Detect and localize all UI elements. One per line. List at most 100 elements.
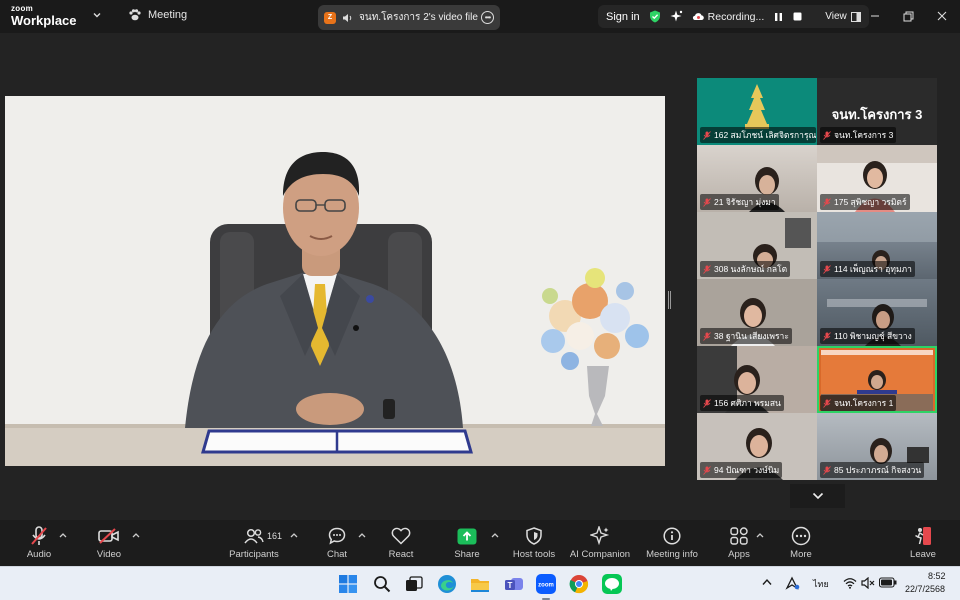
muted-mic-icon	[823, 197, 831, 207]
participant-name-tag: จนท.โครงการ 1	[820, 395, 897, 411]
audio-label: Audio	[26, 549, 52, 560]
battery-icon[interactable]	[879, 577, 897, 588]
file-explorer-icon[interactable]	[469, 573, 491, 595]
participant-tile[interactable]: 114 เพ็ญณรา อุทุมภา	[817, 212, 937, 279]
participant-name: 156 ศศิภา พรมสน	[714, 398, 781, 408]
ai-companion-label: AI Companion	[569, 549, 631, 560]
start-windows-icon[interactable]	[337, 573, 359, 595]
network-location-icon[interactable]	[784, 575, 800, 591]
participant-tile[interactable]: 94 ปัณฑา วงษ์นิม	[697, 413, 817, 480]
meeting-info-button[interactable]: Meeting info	[637, 526, 707, 560]
clock-date[interactable]: 22/7/2568	[905, 584, 945, 594]
muted-mic-icon	[823, 264, 831, 274]
more-options-icon[interactable]: •••	[481, 11, 494, 24]
svg-text:zoom: zoom	[538, 583, 554, 589]
info-icon	[663, 527, 681, 545]
sign-in-link[interactable]: Sign in	[606, 11, 640, 23]
clock-time[interactable]: 8:52	[928, 571, 946, 581]
search-icon[interactable]	[371, 573, 393, 595]
zoom-app-icon[interactable]: zoom	[535, 573, 557, 600]
participant-tile[interactable]: 21 จิรัชญา มุ่งมา	[697, 145, 817, 212]
video-file-tab[interactable]: Z จนท.โครงการ 2's video file •••	[318, 5, 500, 30]
participant-name-tag: 114 เพ็ญณรา อุทุมภา	[820, 261, 915, 277]
react-label: React	[388, 549, 414, 560]
participant-name: จนท.โครงการ 1	[834, 398, 894, 408]
participant-tile[interactable]: 110 พิชามญชุ์ สีขวาง	[817, 279, 937, 346]
video-options-caret-icon[interactable]	[132, 532, 140, 538]
muted-mic-icon	[703, 465, 711, 475]
apps-options-caret-icon[interactable]	[756, 532, 764, 538]
participant-name: 110 พิชามญชุ์ สีขวาง	[834, 331, 912, 341]
host-tools-button[interactable]: Host tools	[499, 526, 569, 560]
muted-mic-icon	[703, 197, 711, 207]
brand-large-text: Workplace	[11, 13, 77, 28]
participant-name-tag: 94 ปัณฑา วงษ์นิม	[700, 462, 783, 478]
ai-companion-button[interactable]: AI Companion	[565, 526, 635, 560]
more-button[interactable]: More	[766, 526, 836, 560]
view-button[interactable]: View	[825, 11, 861, 22]
edge-browser-icon[interactable]	[436, 573, 458, 595]
participant-name: 114 เพ็ญณรา อุทุมภา	[834, 264, 912, 274]
audio-options-caret-icon[interactable]	[59, 532, 67, 538]
pause-recording-icon[interactable]	[773, 12, 783, 22]
participant-name: 175 สุพิชญา วรมิตร์	[834, 197, 907, 207]
restore-button[interactable]	[901, 9, 915, 23]
participants-options-caret-icon[interactable]	[290, 532, 298, 538]
chat-label: Chat	[326, 549, 348, 560]
apps-label: Apps	[728, 549, 750, 560]
brand-small-text: zoom	[11, 4, 34, 13]
volume-muted-icon[interactable]	[861, 577, 875, 589]
more-label: More	[790, 549, 812, 560]
view-label: View	[825, 11, 847, 22]
wifi-icon[interactable]	[843, 577, 857, 589]
heart-icon	[391, 527, 411, 545]
participant-tile[interactable]: จนท.โครงการ 3 จนท.โครงการ 3	[817, 78, 937, 145]
recording-status: Recording...	[692, 11, 764, 23]
participant-tile[interactable]: 175 สุพิชญา วรมิตร์	[817, 145, 937, 212]
participant-name: 308 นงลักษณ์ กลโต	[714, 264, 788, 274]
zoom-workplace-logo[interactable]: zoom Workplace	[11, 4, 77, 28]
participant-tile[interactable]: 38 ฐานิน เสียงเพราะ	[697, 279, 817, 346]
chat-options-caret-icon[interactable]	[358, 532, 366, 538]
participant-tile[interactable]: 156 ศศิภา พรมสน	[697, 346, 817, 413]
line-app-icon[interactable]	[601, 573, 623, 595]
gallery-next-page-button[interactable]	[790, 484, 845, 508]
shield-check-icon[interactable]	[649, 10, 661, 23]
leave-button[interactable]: Leave	[888, 526, 958, 560]
speaker-video-frame	[5, 96, 665, 466]
task-view-icon[interactable]	[403, 573, 425, 595]
participant-tile-active-speaker[interactable]: จนท.โครงการ 1	[817, 346, 937, 413]
participant-tile[interactable]: 162 สมโภชน์ เลิศจิตรการุณ	[697, 78, 817, 145]
participant-name: 85 ประภาภรณ์ กิจสงวน	[834, 465, 922, 475]
stop-recording-icon[interactable]	[792, 12, 802, 22]
muted-mic-icon	[703, 264, 711, 274]
sparkle-icon[interactable]	[670, 10, 683, 23]
participant-name: จนท.โครงการ 3	[834, 130, 894, 140]
chrome-browser-icon[interactable]	[568, 573, 590, 595]
participant-name-tag: 38 ฐานิน เสียงเพราะ	[700, 328, 792, 344]
main-video-stage[interactable]	[5, 96, 665, 466]
participant-name-tag: 110 พิชามญชุ์ สีขวาง	[820, 328, 915, 344]
participant-name-tag: จนท.โครงการ 3	[820, 127, 897, 143]
leave-exit-icon	[915, 527, 931, 545]
participant-name: 162 สมโภชน์ เลิศจิตรการุณ	[714, 130, 816, 140]
panel-resize-handle[interactable]	[668, 291, 671, 309]
close-button[interactable]	[935, 9, 949, 23]
react-button[interactable]: React	[366, 526, 436, 560]
input-language-indicator[interactable]: ไทย	[813, 577, 829, 591]
participant-name-tag: 156 ศศิภา พรมสน	[700, 395, 784, 411]
teams-icon[interactable]: T	[503, 573, 525, 595]
chevron-up-icon[interactable]	[762, 578, 772, 586]
participant-tile[interactable]: 308 นงลักษณ์ กลโต	[697, 212, 817, 279]
paw-icon	[129, 9, 141, 21]
minimize-button[interactable]	[868, 9, 882, 23]
participants-label: Participants	[229, 549, 279, 560]
participants-icon	[244, 528, 264, 544]
chevron-down-icon[interactable]	[92, 10, 102, 20]
participant-tile[interactable]: 85 ประภาภรณ์ กิจสงวน	[817, 413, 937, 480]
meeting-tab[interactable]: Meeting	[128, 9, 187, 21]
video-label: Video	[96, 549, 122, 560]
ai-sparkle-icon	[590, 526, 610, 546]
share-options-caret-icon[interactable]	[491, 532, 499, 538]
more-ellipsis-icon	[791, 526, 811, 546]
